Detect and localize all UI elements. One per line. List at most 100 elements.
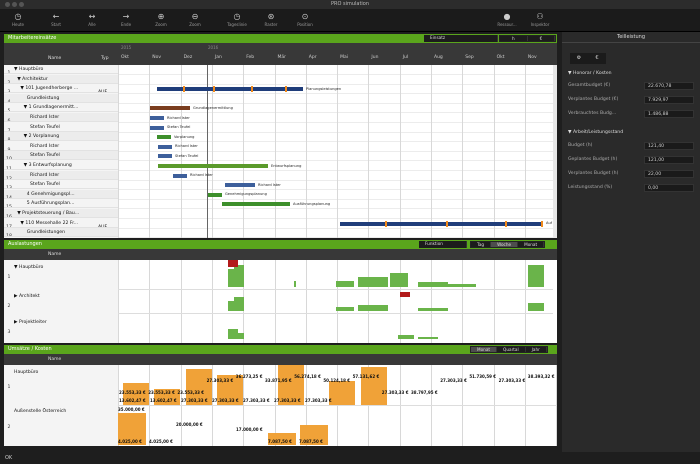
- workload-list[interactable]: ▼ Hauptbüro 1 ▶ Architekt 2 ▶ Projektlei…: [4, 260, 118, 343]
- gantt-bar[interactable]: [158, 144, 172, 149]
- planned-hours-field[interactable]: 121,00: [644, 156, 694, 164]
- scrollbar[interactable]: [553, 65, 557, 238]
- grid-icon: ⊛: [267, 12, 275, 21]
- total-budget-field[interactable]: 22.670,78: [644, 82, 694, 90]
- period-tabs[interactable]: Monat Quartal Jahr: [470, 346, 548, 353]
- dayline-button[interactable]: ◷ Tageslinie: [222, 11, 252, 27]
- task-row[interactable]: 16 ▼ Projektsteuerung / Bau...: [4, 209, 118, 218]
- revenue-value: 20.000,00 €: [176, 422, 203, 427]
- end-button[interactable]: → Ende: [111, 11, 141, 27]
- workload-row[interactable]: ▶ Architekt: [4, 292, 118, 301]
- gantt-bar[interactable]: [173, 173, 187, 178]
- period-tabs[interactable]: Tag Woche Monat: [470, 241, 546, 248]
- today-button[interactable]: ◷ Heute: [3, 11, 33, 27]
- section-costs[interactable]: ▼ Honorar / Kosten: [568, 71, 612, 76]
- progress-field[interactable]: 0,00: [644, 184, 694, 192]
- close-dot[interactable]: [5, 2, 10, 7]
- task-row[interactable]: 9 Richard Ister: [4, 142, 118, 151]
- revenue-value: 27.303,33 €: [305, 398, 332, 403]
- inspector-tabs[interactable]: ⚙ €: [570, 53, 606, 64]
- used-budget-field[interactable]: 1.486,88: [644, 110, 694, 118]
- workload-bar: [294, 281, 296, 287]
- workload-row[interactable]: ▶ Projektleiter: [4, 318, 118, 327]
- task-row[interactable]: 7 Stefan Teufel: [4, 123, 118, 132]
- workload-chart[interactable]: [118, 260, 553, 343]
- budget-hours-field[interactable]: 121,40: [644, 142, 694, 150]
- task-row[interactable]: 18 Grundleistungen: [4, 228, 118, 238]
- gantt-bar[interactable]: [150, 125, 164, 130]
- task-row[interactable]: 12 Richard Ister: [4, 170, 118, 180]
- zoom-out-button[interactable]: ⊖ Zoom: [180, 11, 210, 27]
- gantt-bar[interactable]: [157, 87, 303, 92]
- workload-bar: [418, 282, 448, 287]
- inspector-button[interactable]: ⚇ Inspektor: [525, 11, 555, 27]
- revenue-value: 38.797,95 €: [411, 390, 438, 395]
- revenue-value: 27.303,33 €: [206, 378, 234, 383]
- task-row[interactable]: 4 Grundleistung: [4, 93, 118, 103]
- row-number: 12: [6, 176, 12, 180]
- allocated-hours-field[interactable]: 22,00: [644, 170, 694, 178]
- gantt-bar[interactable]: [225, 183, 255, 188]
- revenue-row[interactable]: Hauptbüro: [4, 368, 118, 377]
- task-row[interactable]: 10 Stefan Teufel: [4, 151, 118, 161]
- binoculars-icon: ⚇: [536, 12, 544, 21]
- overload-bar: [228, 260, 238, 267]
- revenue-value: 13.602,47 €: [150, 398, 177, 403]
- back-arrow-icon: ←: [52, 12, 60, 21]
- section-work[interactable]: ▼ Arbeit/Leistungsstand: [568, 130, 623, 135]
- row-number: 13: [6, 186, 12, 190]
- zoom-dot[interactable]: [19, 2, 24, 7]
- revenue-row[interactable]: Außenstelle Österreich: [4, 407, 118, 416]
- month-gridline: [368, 65, 370, 238]
- position-button[interactable]: ⊙ Position: [290, 11, 320, 27]
- task-row[interactable]: 14 4 Genehmigungspl...: [4, 189, 118, 199]
- grid-button[interactable]: ⊛ Raster: [256, 11, 286, 27]
- gantt-bar[interactable]: [150, 116, 164, 120]
- ok-button[interactable]: OK: [0, 452, 700, 464]
- task-row[interactable]: 15 5 Ausführungsplan...: [4, 199, 118, 209]
- planned-budget-field[interactable]: 7.929,97: [644, 96, 694, 104]
- task-name: 5 Ausführungsplan...: [26, 201, 75, 207]
- function-select[interactable]: Funktion: [419, 241, 467, 248]
- gantt-bar[interactable]: [158, 164, 268, 168]
- mode-select[interactable]: Einsatz: [424, 35, 498, 42]
- row-number: 8: [7, 138, 11, 142]
- task-row[interactable]: 8 ▼ 2 Vorplanung: [4, 132, 118, 142]
- gantt-bar[interactable]: [208, 192, 222, 197]
- gantt-bar[interactable]: [158, 154, 172, 159]
- month-label: Sep: [465, 55, 474, 60]
- task-name: ▼ Hauptbüro: [14, 67, 44, 72]
- task-row[interactable]: 3 ▼ 101 Jugendherberge ... AUF: [4, 84, 118, 94]
- gantt-bar[interactable]: [150, 106, 190, 111]
- task-row[interactable]: 6 Richard Ister: [4, 113, 118, 122]
- workload-row[interactable]: ▼ Hauptbüro: [4, 263, 118, 272]
- settings-icon[interactable]: ⚙: [570, 53, 588, 64]
- month-gridline: [211, 260, 213, 343]
- all-button[interactable]: ↔ Alle: [77, 11, 107, 27]
- task-list[interactable]: 1▼ Hauptbüro 2 ▼ Architektur 3 ▼ 101 Jugendh…: [4, 65, 118, 238]
- panel-header: Auslastungen Funktion Tag Woche Monat: [4, 240, 557, 249]
- minimize-dot[interactable]: [12, 2, 17, 7]
- unit-toggle[interactable]: h €: [499, 35, 557, 42]
- month-gridline: [305, 260, 307, 343]
- task-row[interactable]: 11 ▼ 3 Entwurfsplanung: [4, 161, 118, 170]
- start-button[interactable]: ← Start: [41, 11, 71, 27]
- euro-icon[interactable]: €: [588, 53, 606, 64]
- task-row[interactable]: 2 ▼ Architektur: [4, 74, 118, 84]
- month-gridline: [118, 260, 119, 343]
- gantt-bar[interactable]: [222, 202, 290, 207]
- revenue-value: 23.553,33 €: [148, 390, 175, 395]
- gantt-bar[interactable]: [157, 135, 171, 140]
- row-number: 1: [7, 71, 11, 74]
- gantt-chart[interactable]: Planungsleistungen Grundlagenermittlung Ri…: [118, 65, 553, 238]
- task-row[interactable]: 13 Stefan Teufel: [4, 180, 118, 190]
- month-label: Okt: [121, 55, 129, 60]
- task-row[interactable]: 1▼ Hauptbüro: [4, 65, 118, 74]
- task-row[interactable]: 17 ▼ 110 Messehalle 22 Fr... AUF: [4, 219, 118, 228]
- task-row[interactable]: 5 ▼ 1 Grundlagenermitt...: [4, 103, 118, 113]
- revenue-list[interactable]: Hauptbüro 1 Außenstelle Österreich 2: [4, 365, 118, 446]
- gantt-bar[interactable]: [340, 221, 543, 226]
- revenue-chart[interactable]: 23.553,33 €23.553,33 €23.553,33 €27.303,…: [118, 365, 557, 446]
- resources-button[interactable]: ● Ressour...: [492, 11, 522, 27]
- zoom-in-button[interactable]: ⊕ Zoom: [146, 11, 176, 27]
